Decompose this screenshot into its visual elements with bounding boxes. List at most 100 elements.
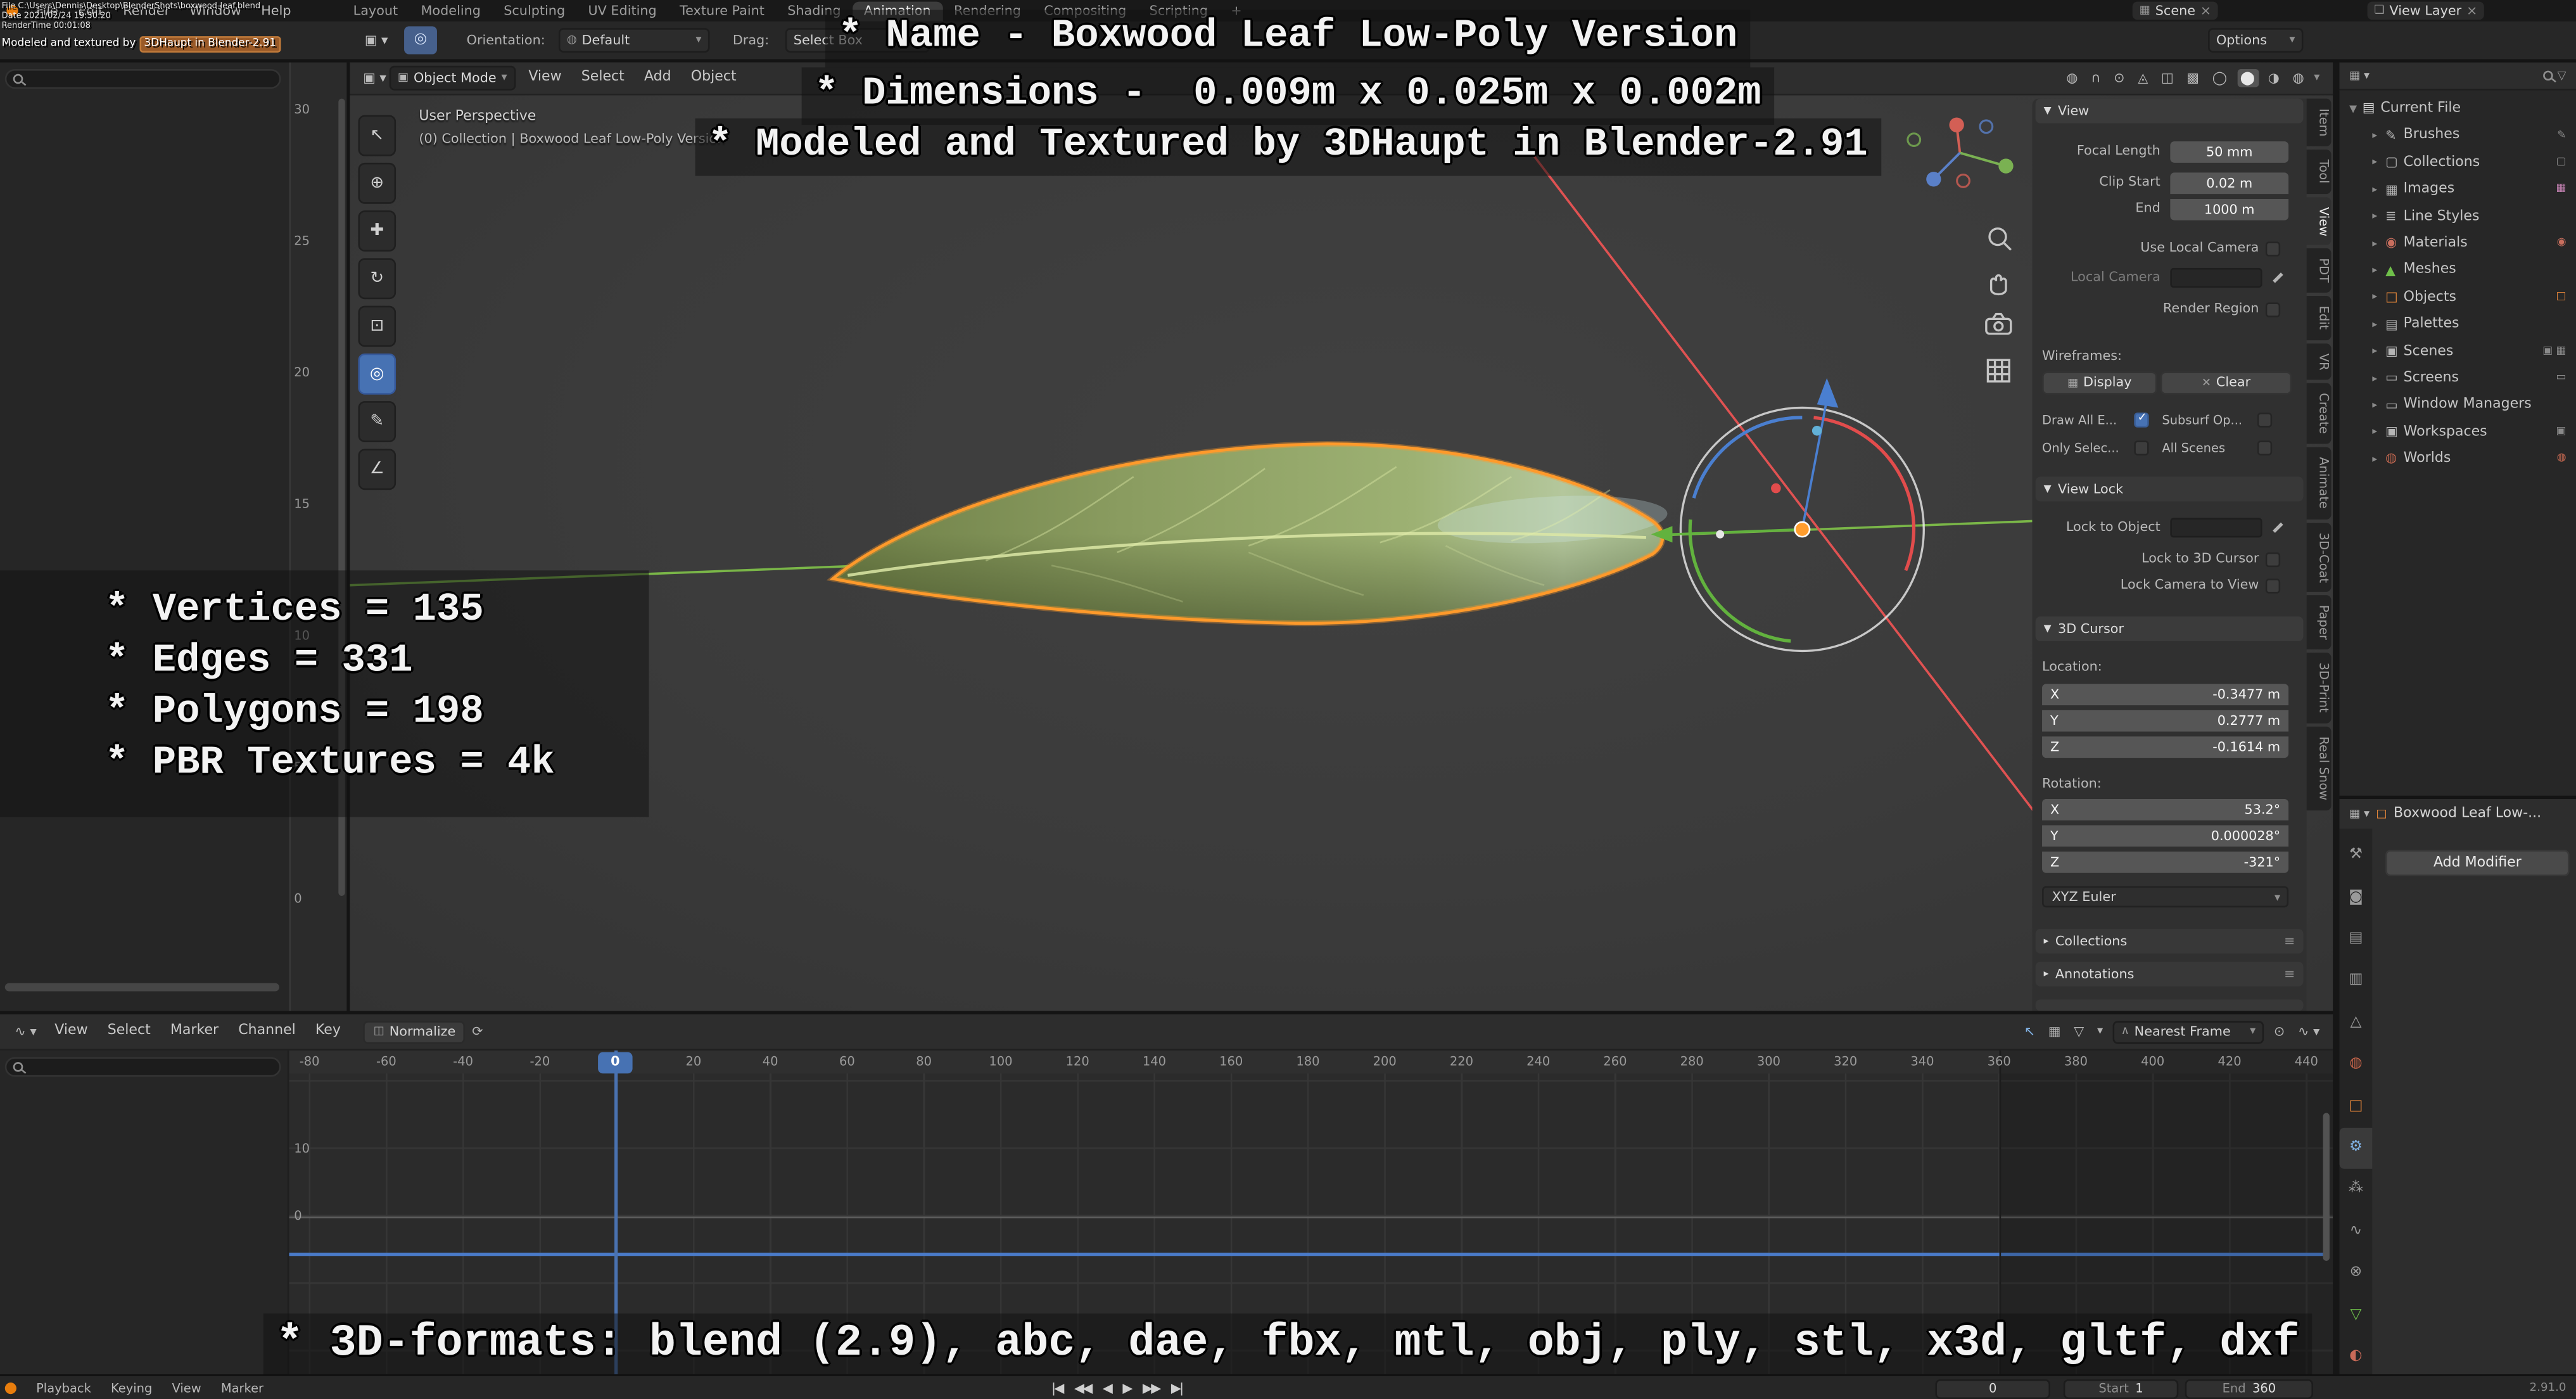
ghost-curves-icon[interactable]: ▦ xyxy=(2045,1024,2064,1040)
outliner-row[interactable]: ▸ ▢ Collections ▢ xyxy=(2340,150,2576,177)
scene-selector[interactable]: ▦ Scene × xyxy=(2133,1,2218,20)
gizmo-z-arrow[interactable] xyxy=(1817,378,1839,408)
panel-menu-icon[interactable]: ≡ xyxy=(2284,933,2295,949)
clip-end-field[interactable]: 1000 m xyxy=(2170,198,2289,220)
expand-icon[interactable]: ▸ xyxy=(2372,399,2385,411)
leaf-model[interactable] xyxy=(826,440,1668,627)
rotation-order-dropdown[interactable]: XYZ Euler ▾ xyxy=(2042,886,2289,908)
cursor-rotation-x-field[interactable]: X 53.2° xyxy=(2042,798,2289,821)
render-tab[interactable]: ◙ xyxy=(2340,877,2373,919)
use-local-camera-checkbox[interactable] xyxy=(2265,241,2281,256)
play-reverse-button[interactable]: ◀ xyxy=(1103,1381,1113,1396)
eyedropper-icon[interactable] xyxy=(2272,271,2285,285)
expand-icon[interactable]: ▸ xyxy=(2372,211,2385,223)
ortho-grid-icon[interactable] xyxy=(1986,359,2010,383)
lock-object-field[interactable] xyxy=(2170,518,2262,538)
next-keyframe-button[interactable]: ▶▶ xyxy=(1143,1381,1161,1396)
editor-type-icon[interactable]: ▦ ▾ xyxy=(2349,68,2370,82)
annotations-panel-header[interactable]: ▸ Annotations ≡ xyxy=(2035,961,2304,987)
sidebar-tab[interactable]: VR xyxy=(2306,343,2332,380)
view-layer-tab[interactable]: ▥ xyxy=(2340,961,2373,1002)
modifiers-tab[interactable]: ⚙ xyxy=(2339,1127,2373,1170)
panel-menu-icon[interactable]: ≡ xyxy=(2284,966,2295,982)
navigation-gizmo[interactable] xyxy=(1907,117,2014,188)
sidebar-tab[interactable]: Animate xyxy=(2306,447,2332,519)
expand-icon[interactable]: ▸ xyxy=(2372,130,2385,142)
jump-to-start-button[interactable]: |◀ xyxy=(1051,1381,1064,1396)
chevron-down-icon[interactable]: ▾ xyxy=(2094,1025,2106,1038)
focal-length-field[interactable]: 50 mm xyxy=(2170,140,2289,162)
zoom-icon[interactable] xyxy=(1988,227,2012,251)
sidebar-tab[interactable]: View xyxy=(2306,196,2332,246)
cursor-rotation-z-field[interactable]: Z -321° xyxy=(2042,851,2289,873)
expand-icon[interactable]: ▸ xyxy=(2372,426,2385,438)
cursor-location-z-field[interactable]: Z -0.1614 m xyxy=(2042,736,2289,758)
cursor-panel-header[interactable]: ▼ 3D Cursor xyxy=(2035,616,2304,641)
refresh-icon[interactable]: ⟳ xyxy=(469,1024,486,1040)
world-tab[interactable]: ◍ xyxy=(2340,1044,2373,1085)
outliner-row[interactable]: ▸ ▣ Scenes ▣ ▦ xyxy=(2340,338,2576,365)
render-region-checkbox[interactable] xyxy=(2265,302,2281,317)
gizmo-handle-dot[interactable] xyxy=(1811,425,1822,436)
sidebar-tab[interactable]: Create xyxy=(2306,383,2332,444)
sidebar-tab[interactable]: Tool xyxy=(2306,150,2332,194)
outliner-root-row[interactable]: ▼ ▤ Current File xyxy=(2340,95,2576,122)
menu-item[interactable]: Playback xyxy=(27,1381,101,1395)
physics-tab[interactable]: ∿ xyxy=(2340,1211,2373,1253)
sidebar-tab[interactable]: 3D-Print xyxy=(2306,653,2332,724)
view-layer-unlink-icon[interactable]: × xyxy=(2466,3,2477,18)
timeline-icon[interactable] xyxy=(4,1383,16,1395)
sidebar-tab[interactable]: PDT xyxy=(2306,248,2332,293)
options-dropdown[interactable]: Options ▾ xyxy=(2208,28,2304,53)
lock-to-cursor-checkbox[interactable] xyxy=(2265,551,2281,566)
workspace-tab[interactable]: Modeling xyxy=(409,3,492,22)
outliner-row[interactable]: ▸ ≣ Line Styles xyxy=(2340,203,2576,231)
outliner-row[interactable]: ▸ ▣ Workspaces ▣ xyxy=(2340,419,2576,446)
wireframe-display-button[interactable]: ▦ Display xyxy=(2042,371,2157,395)
channel-search-input[interactable] xyxy=(4,1057,281,1077)
material-tab[interactable]: ◐ xyxy=(2340,1336,2373,1374)
all-scenes-checkbox[interactable] xyxy=(2257,440,2273,455)
menu-item[interactable]: Marker xyxy=(160,1023,228,1040)
frame-start-field[interactable]: Start 1 xyxy=(2063,1378,2179,1398)
editor-type-icon[interactable]: ▦ ▾ xyxy=(2349,807,2370,821)
proportional-editing-icon[interactable]: ⊙ xyxy=(2271,1024,2288,1040)
curve-falloff-icon[interactable]: ∿ ▾ xyxy=(2295,1024,2323,1040)
viewport-3d-scene[interactable] xyxy=(350,63,2306,1011)
search-icon[interactable] xyxy=(2542,70,2553,81)
gizmo-handle-dot[interactable] xyxy=(1716,530,1725,539)
workspace-tab[interactable]: Layout xyxy=(342,3,410,22)
gizmo-x-ring[interactable] xyxy=(1813,416,1916,572)
menu-item[interactable]: Select xyxy=(98,1023,160,1040)
eyedropper-icon[interactable] xyxy=(2272,520,2285,535)
jump-to-end-button[interactable]: ▶| xyxy=(1171,1381,1184,1396)
show-selected-icon[interactable]: ↖ xyxy=(2021,1024,2039,1040)
sidebar-tab[interactable]: Edit xyxy=(2306,296,2332,340)
expand-icon[interactable]: ▸ xyxy=(2372,291,2385,303)
object-origin[interactable] xyxy=(1794,521,1811,538)
menu-item[interactable]: Key xyxy=(305,1023,350,1040)
expand-icon[interactable]: ▸ xyxy=(2372,453,2385,465)
expand-icon[interactable]: ▸ xyxy=(2372,373,2385,385)
horizontal-scrollbar[interactable] xyxy=(4,983,279,992)
cursor-rotation-y-field[interactable]: Y 0.000028° xyxy=(2042,825,2289,847)
menu-item[interactable]: Keying xyxy=(101,1381,162,1395)
menu-item[interactable]: Marker xyxy=(211,1381,273,1395)
add-modifier-button[interactable]: Add Modifier xyxy=(2385,850,2570,876)
collapse-icon[interactable]: ▼ xyxy=(2349,103,2363,115)
current-frame-field[interactable]: 0 xyxy=(1935,1378,2050,1398)
viewport-3d[interactable]: ▣ ▾ ▣ Object Mode ▾ View Select Add Object ◍… xyxy=(350,62,2333,1011)
draw-all-edges-checkbox[interactable] xyxy=(2134,411,2149,427)
particles-tab[interactable]: ⁂ xyxy=(2340,1169,2373,1211)
wireframe-clear-button[interactable]: ✕ Clear xyxy=(2160,371,2292,395)
gizmo-x-handle[interactable] xyxy=(1771,483,1781,494)
outliner-row[interactable]: ▸ ▭ Window Managers xyxy=(2340,392,2576,419)
workspace-tab[interactable]: Texture Paint xyxy=(668,3,776,22)
object-data-tab[interactable]: ▽ xyxy=(2340,1294,2373,1336)
outliner-row[interactable]: ▸ ◍ Worlds ◍ xyxy=(2340,445,2576,473)
lock-camera-checkbox[interactable] xyxy=(2265,577,2281,593)
editor-type-icon[interactable]: ▣ ▾ xyxy=(365,22,388,60)
pan-hand-icon[interactable] xyxy=(1989,274,2007,296)
outliner-row[interactable]: ▸ ▲ Meshes xyxy=(2340,257,2576,284)
filter-icon[interactable]: ▽ xyxy=(2071,1024,2087,1040)
